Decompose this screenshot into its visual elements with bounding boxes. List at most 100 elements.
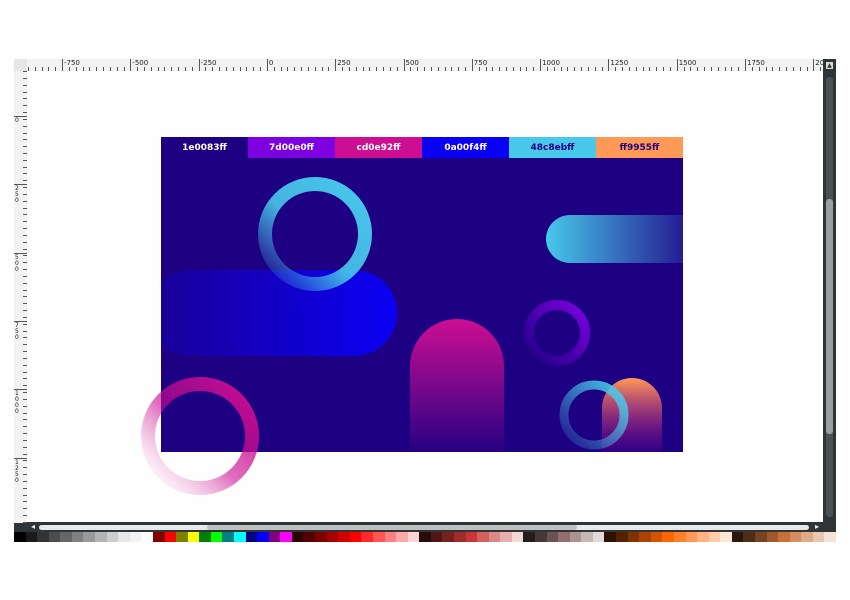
palette-swatch[interactable] xyxy=(558,532,570,542)
palette-swatch[interactable] xyxy=(477,532,489,542)
artboard[interactable]: 1e0083ff 7d00e0ff cd0e92ff 0a00f4ff 48c8ebff… xyxy=(141,137,683,495)
ruler-label: 5 0 0 xyxy=(15,253,19,273)
palette-swatch[interactable] xyxy=(801,532,813,542)
scroll-left-icon[interactable]: ◂ xyxy=(29,523,37,531)
palette-swatch[interactable] xyxy=(419,532,431,542)
palette-swatch[interactable] xyxy=(25,532,38,542)
horizontal-ruler[interactable]: -750 -500 -250 0 250 500 750 1000 1250 1500 1750 20… xyxy=(27,59,823,71)
color-palette[interactable] xyxy=(14,532,836,542)
horizontal-scroll-thumb[interactable] xyxy=(207,525,577,530)
palette-swatch[interactable] xyxy=(14,532,26,542)
ruler-label: 1 2 5 0 xyxy=(15,458,19,484)
vertical-scrollbar[interactable]: ▲ xyxy=(823,59,836,523)
blue-pill-shape xyxy=(161,270,397,356)
palette-swatch[interactable] xyxy=(95,532,107,542)
palette-swatch[interactable] xyxy=(349,532,362,542)
palette-swatch[interactable] xyxy=(37,532,49,542)
palette-swatch[interactable] xyxy=(453,532,466,542)
palette-swatch[interactable] xyxy=(176,532,188,542)
palette-swatch[interactable] xyxy=(650,532,663,542)
palette-swatch[interactable] xyxy=(326,532,339,542)
palette-swatch[interactable] xyxy=(627,532,640,542)
palette-swatch[interactable] xyxy=(384,532,397,542)
palette-swatch[interactable] xyxy=(812,532,825,542)
palette-swatch[interactable] xyxy=(604,532,617,542)
ruler-label: 500 xyxy=(405,59,419,67)
color-swatch-bar: 1e0083ff 7d00e0ff cd0e92ff 0a00f4ff 48c8ebff… xyxy=(161,137,683,158)
palette-swatch[interactable] xyxy=(291,532,304,542)
inkscape-window: -750 -500 -250 0 250 500 750 1000 1250 1500 1750 20… xyxy=(14,59,836,542)
vertical-ruler[interactable]: 0 2 5 0 5 0 0 7 5 0 1 0 0 0 1 2 5 0 xyxy=(14,71,27,523)
palette-swatch[interactable] xyxy=(523,532,536,542)
palette-swatch[interactable] xyxy=(396,532,408,542)
palette-swatch[interactable] xyxy=(535,532,547,542)
palette-swatch[interactable] xyxy=(118,532,130,542)
palette-swatch[interactable] xyxy=(187,532,200,542)
palette-swatch[interactable] xyxy=(60,532,72,542)
palette-swatch[interactable] xyxy=(755,532,767,542)
ruler-corner xyxy=(14,59,27,71)
magenta-arch-shape xyxy=(410,319,504,452)
palette-swatch[interactable] xyxy=(639,532,651,542)
palette-swatch[interactable] xyxy=(731,532,744,542)
palette-swatch[interactable] xyxy=(303,532,316,542)
cyan-pill-shape xyxy=(546,215,683,263)
palette-swatch[interactable] xyxy=(141,532,153,542)
palette-swatch[interactable] xyxy=(372,532,385,542)
palette-swatch[interactable] xyxy=(430,532,443,542)
palette-swatch[interactable] xyxy=(245,532,258,542)
ruler-label: -250 xyxy=(200,59,217,67)
palette-swatch[interactable] xyxy=(257,532,269,542)
palette-swatch[interactable] xyxy=(743,532,755,542)
horizontal-scrollbar[interactable]: ◂ ▸ xyxy=(27,522,823,532)
palette-swatch[interactable] xyxy=(268,532,281,542)
palette-swatch[interactable] xyxy=(164,532,177,542)
drawing-canvas[interactable]: 1e0083ff 7d00e0ff cd0e92ff 0a00f4ff 48c8ebff… xyxy=(27,71,823,522)
palette-swatch[interactable] xyxy=(488,532,501,542)
palette-swatch[interactable] xyxy=(720,532,732,542)
palette-swatch[interactable] xyxy=(83,532,96,542)
palette-swatch[interactable] xyxy=(546,532,559,542)
palette-swatch[interactable] xyxy=(442,532,454,542)
vertical-scroll-thumb[interactable] xyxy=(826,199,833,434)
palette-swatch[interactable] xyxy=(708,532,721,542)
palette-swatch[interactable] xyxy=(152,532,165,542)
ruler-label: -750 xyxy=(64,59,80,67)
palette-swatch[interactable] xyxy=(581,532,593,542)
palette-swatch[interactable] xyxy=(616,532,628,542)
palette-swatch[interactable] xyxy=(129,532,142,542)
palette-swatch[interactable] xyxy=(569,532,582,542)
ruler-label: 1750 xyxy=(747,59,765,67)
palette-swatch[interactable] xyxy=(71,532,84,542)
palette-swatch[interactable] xyxy=(662,532,674,542)
palette-swatch[interactable] xyxy=(222,532,234,542)
palette-swatch[interactable] xyxy=(685,532,698,542)
ruler-label: 750 xyxy=(473,59,488,67)
palette-swatch[interactable] xyxy=(199,532,211,542)
palette-swatch[interactable] xyxy=(592,532,605,542)
palette-swatch[interactable] xyxy=(315,532,327,542)
ruler-label: 2 5 0 xyxy=(15,185,19,205)
palette-swatch[interactable] xyxy=(766,532,779,542)
palette-swatch[interactable] xyxy=(697,532,709,542)
palette-swatch[interactable] xyxy=(824,532,836,542)
palette-swatch[interactable] xyxy=(789,532,802,542)
palette-swatch[interactable] xyxy=(407,532,420,542)
swatch-4: 48c8ebff xyxy=(509,137,596,158)
palette-swatch[interactable] xyxy=(210,532,223,542)
ruler-label: 1250 xyxy=(610,59,629,67)
palette-swatch[interactable] xyxy=(280,532,292,542)
palette-swatch[interactable] xyxy=(106,532,119,542)
palette-swatch[interactable] xyxy=(233,532,246,542)
palette-swatch[interactable] xyxy=(48,532,61,542)
scroll-right-icon[interactable]: ▸ xyxy=(813,523,821,531)
palette-swatch[interactable] xyxy=(511,532,524,542)
swatch-5: ff9955ff xyxy=(596,137,683,158)
palette-swatch[interactable] xyxy=(673,532,686,542)
palette-swatch[interactable] xyxy=(361,532,373,542)
palette-swatch[interactable] xyxy=(338,532,350,542)
scroll-up-icon[interactable]: ▲ xyxy=(826,62,833,69)
palette-swatch[interactable] xyxy=(465,532,478,542)
palette-swatch[interactable] xyxy=(778,532,790,542)
palette-swatch[interactable] xyxy=(500,532,512,542)
